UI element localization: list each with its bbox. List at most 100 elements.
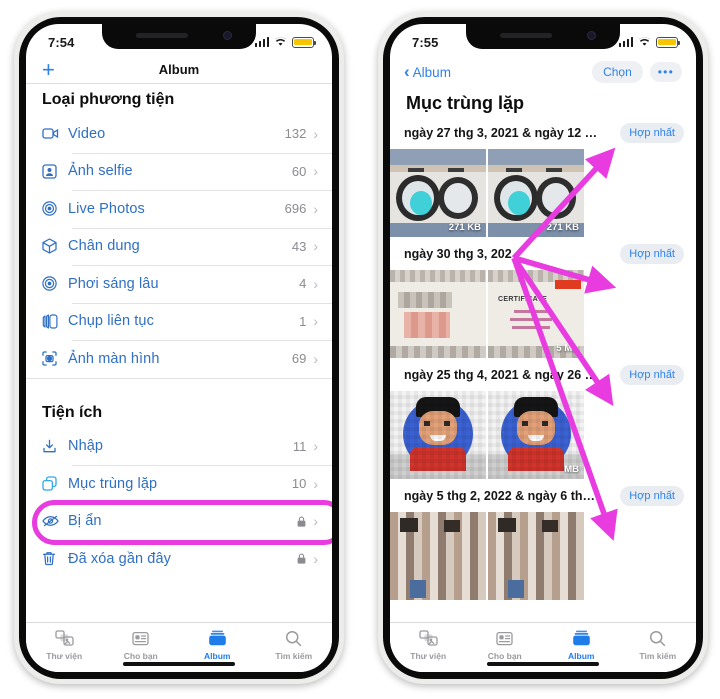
duplicate-group-header: ngày 25 thg 4, 2021 & ngày 26 thg... Hợp… bbox=[390, 358, 696, 391]
file-size-label: 271 KB bbox=[448, 222, 481, 233]
photo-thumbnail[interactable] bbox=[390, 512, 486, 600]
foryou-icon bbox=[496, 628, 513, 648]
tab-albums[interactable]: Album bbox=[179, 628, 256, 661]
status-time: 7:55 bbox=[412, 34, 439, 50]
sidebar-item-long-exposure[interactable]: Phơi sáng lâu 4 › bbox=[26, 265, 332, 303]
duplicate-thumbnails[interactable]: CERTIFICATE 5 MB bbox=[390, 270, 696, 358]
photo-thumbnail[interactable]: CERTIFICATE 5 MB bbox=[488, 270, 584, 358]
sidebar-item-burst[interactable]: Chụp liên tục 1 › bbox=[26, 302, 332, 341]
merge-button[interactable]: Hợp nhất bbox=[620, 365, 684, 385]
selfie-portrait-icon bbox=[42, 164, 68, 179]
tab-for-you[interactable]: Cho bạn bbox=[103, 628, 180, 661]
long-exposure-icon bbox=[42, 276, 68, 291]
chevron-right-icon: › bbox=[313, 513, 318, 530]
merge-button[interactable]: Hợp nhất bbox=[620, 123, 684, 143]
video-camera-icon bbox=[42, 127, 68, 140]
photo-thumbnail[interactable]: 271 KB bbox=[390, 149, 486, 237]
tab-label: Cho bạn bbox=[123, 651, 158, 661]
trash-icon bbox=[42, 551, 68, 566]
tab-label: Cho bạn bbox=[487, 651, 522, 661]
photo-thumbnail[interactable]: 271 KB bbox=[488, 149, 584, 237]
chevron-left-icon: ‹ bbox=[404, 62, 410, 81]
right-phone-frame: 7:55 ‹ Album Chọn ••• Mục trùng lặp ngày… bbox=[378, 12, 708, 684]
tab-label: Thư viện bbox=[410, 651, 447, 661]
photo-thumbnail[interactable] bbox=[390, 270, 486, 358]
search-icon bbox=[285, 628, 302, 648]
sidebar-item-label: Nhập bbox=[68, 438, 104, 455]
eye-slash-icon bbox=[42, 514, 68, 528]
screenshot-stage: 7:54 + Album Loại phương tiện Video 132 … bbox=[0, 0, 720, 699]
duplicate-thumbnails[interactable]: MB bbox=[390, 391, 696, 479]
tab-search[interactable]: Tìm kiếm bbox=[256, 628, 333, 661]
navbar-actions: Chọn ••• bbox=[592, 61, 682, 83]
sidebar-item-label: Live Photos bbox=[68, 200, 145, 217]
item-count: 43 bbox=[291, 238, 307, 254]
left-navbar: + Album bbox=[26, 56, 332, 84]
library-icon bbox=[419, 628, 438, 648]
duplicate-thumbnails[interactable]: 271 KB 271 KB bbox=[390, 149, 696, 237]
chevron-right-icon: › bbox=[313, 313, 318, 330]
sidebar-item-selfies[interactable]: Ảnh selfie 60 › bbox=[26, 152, 332, 191]
item-count: 132 bbox=[284, 126, 307, 142]
section-heading-media-types: Loại phương tiện bbox=[42, 91, 175, 108]
cellular-bars-icon bbox=[618, 37, 633, 47]
duplicates-list[interactable]: ngày 27 thg 3, 2021 & ngày 12 thg... Hợp… bbox=[390, 116, 696, 622]
sidebar-item-label: Video bbox=[68, 125, 106, 142]
tab-library[interactable]: Thư viện bbox=[390, 628, 467, 661]
sidebar-item-portrait[interactable]: Chân dung 43 › bbox=[26, 227, 332, 266]
search-icon bbox=[649, 628, 666, 648]
albums-list[interactable]: Loại phương tiện Video 132 › Ảnh selfie … bbox=[26, 84, 332, 622]
add-album-button[interactable]: + bbox=[42, 58, 55, 81]
left-phone-frame: 7:54 + Album Loại phương tiện Video 132 … bbox=[14, 12, 344, 684]
right-status-bar: 7:55 bbox=[390, 24, 696, 56]
back-to-album-button[interactable]: ‹ Album bbox=[404, 62, 451, 81]
back-label: Album bbox=[412, 64, 451, 80]
tab-search[interactable]: Tìm kiếm bbox=[620, 628, 697, 661]
sidebar-item-label: Ảnh màn hình bbox=[68, 350, 160, 367]
duplicate-group-header: ngày 30 thg 3, 202 Hợp nhất bbox=[390, 237, 696, 270]
sidebar-item-recently-deleted[interactable]: Đã xóa gần đây › bbox=[26, 540, 332, 578]
home-indicator[interactable] bbox=[123, 662, 235, 666]
tab-albums[interactable]: Album bbox=[543, 628, 620, 661]
sidebar-item-duplicates[interactable]: Mục trùng lặp 10 › bbox=[26, 465, 332, 503]
lock-icon bbox=[297, 516, 306, 527]
section-divider bbox=[26, 377, 332, 388]
item-count: 11 bbox=[292, 438, 307, 454]
photo-thumbnail[interactable]: MB bbox=[488, 391, 584, 479]
tab-label: Thư viện bbox=[46, 651, 83, 661]
import-icon bbox=[42, 439, 68, 454]
wifi-icon bbox=[638, 37, 651, 47]
screenshot-icon bbox=[42, 351, 68, 366]
albums-icon bbox=[572, 628, 591, 648]
duplicate-group: ngày 30 thg 3, 202 Hợp nhất CERTIFICATE bbox=[390, 237, 696, 358]
merge-button[interactable]: Hợp nhất bbox=[620, 486, 684, 506]
tab-label: Tìm kiếm bbox=[275, 651, 313, 661]
status-time: 7:54 bbox=[48, 34, 75, 50]
duplicate-thumbnails[interactable] bbox=[390, 512, 696, 600]
duplicate-date-range: ngày 30 thg 3, 202 bbox=[404, 247, 512, 261]
chevron-right-icon: › bbox=[313, 125, 318, 142]
duplicate-date-range: ngày 5 thg 2, 2022 & ngày 6 thg 3,... bbox=[404, 489, 600, 503]
photo-thumbnail[interactable] bbox=[390, 391, 486, 479]
photo-thumbnail[interactable] bbox=[488, 512, 584, 600]
home-indicator[interactable] bbox=[487, 662, 599, 666]
tab-for-you[interactable]: Cho bạn bbox=[467, 628, 544, 661]
battery-icon bbox=[656, 36, 681, 48]
tab-label: Tìm kiếm bbox=[639, 651, 677, 661]
tab-library[interactable]: Thư viện bbox=[26, 628, 103, 661]
more-options-button[interactable]: ••• bbox=[649, 62, 682, 82]
sidebar-item-screenshots[interactable]: Ảnh màn hình 69 › bbox=[26, 340, 332, 378]
sidebar-item-live-photos[interactable]: Live Photos 696 › bbox=[26, 190, 332, 228]
sidebar-item-video[interactable]: Video 132 › bbox=[26, 115, 332, 153]
merge-button[interactable]: Hợp nhất bbox=[620, 244, 684, 264]
sidebar-item-imports[interactable]: Nhập 11 › bbox=[26, 428, 332, 466]
sidebar-item-hidden[interactable]: Bị ẩn › bbox=[26, 502, 332, 541]
duplicate-group: ngày 27 thg 3, 2021 & ngày 12 thg... Hợp… bbox=[390, 116, 696, 237]
sidebar-item-label: Phơi sáng lâu bbox=[68, 275, 159, 292]
left-status-bar: 7:54 bbox=[26, 24, 332, 56]
chevron-right-icon: › bbox=[313, 163, 318, 180]
item-count: 10 bbox=[291, 476, 307, 492]
cube-portrait-icon bbox=[42, 238, 68, 254]
duplicate-date-range: ngày 25 thg 4, 2021 & ngày 26 thg... bbox=[404, 368, 600, 382]
select-button[interactable]: Chọn bbox=[592, 61, 643, 83]
